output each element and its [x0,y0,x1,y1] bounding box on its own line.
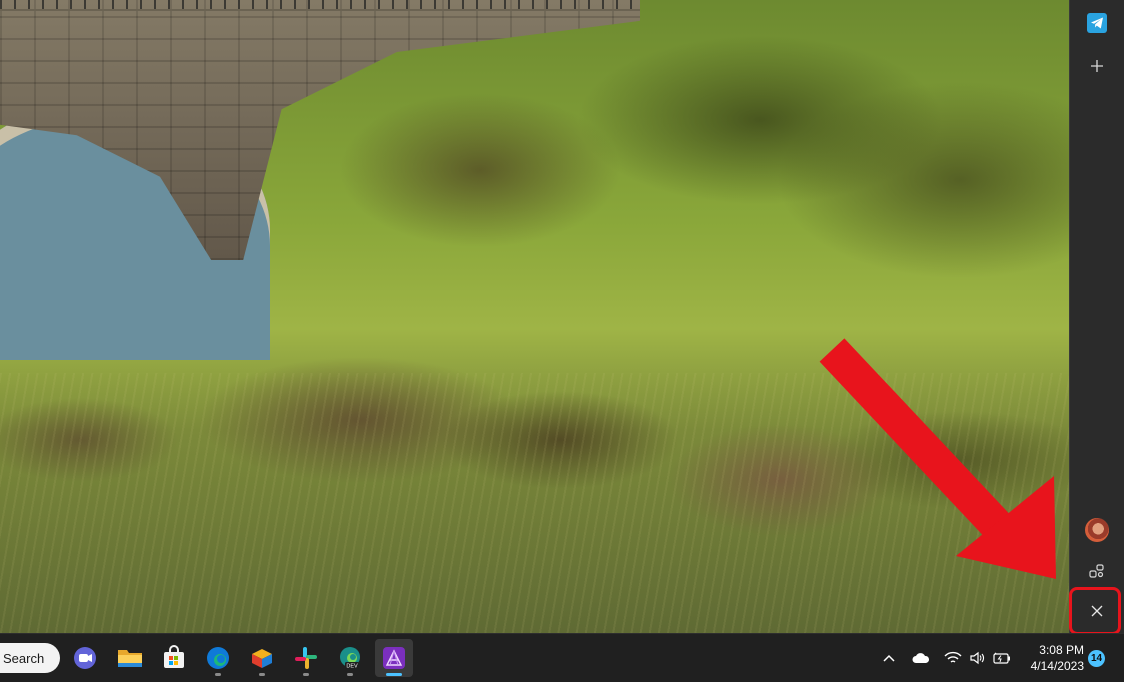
taskbar-app-file-explorer[interactable] [111,639,149,677]
close-button-highlight [1069,587,1121,635]
tray-overflow-button[interactable] [878,634,900,682]
running-indicator [259,673,265,676]
widgets-sidebar [1069,0,1124,633]
running-indicator [215,673,221,676]
wifi-icon [944,651,962,663]
manage-apps-button[interactable] [1077,553,1117,589]
profile-button[interactable] [1077,512,1117,548]
teams-icon [74,647,96,669]
active-indicator [386,673,402,676]
cube-icon [252,649,272,668]
taskbar-app-affinity[interactable] [375,639,413,677]
volume-icon [970,651,985,665]
telegram-button[interactable] [1077,5,1117,41]
arrow-shaft [819,338,1018,546]
tray-onedrive[interactable] [908,634,934,682]
slack-icon [295,647,317,669]
apps-settings-icon [1089,564,1104,578]
running-indicator [347,673,353,676]
folder-icon [118,650,142,667]
taskbar: Search DEV 3:08 PM 4/14/2023 14 [0,633,1124,682]
telegram-icon [1087,13,1107,33]
taskbar-app-microsoft-store[interactable] [155,639,193,677]
affinity-icon [383,647,405,669]
tray-battery[interactable] [990,634,1014,682]
taskbar-app-teams[interactable] [66,639,104,677]
edge-dev-tag: DEV [346,664,358,670]
edge-dev-icon: DEV [340,647,360,670]
search-box[interactable]: Search [0,643,60,673]
taskbar-app-slack[interactable] [287,639,325,677]
edge-icon [207,647,229,669]
clock-time: 3:08 PM [1039,643,1084,657]
cloud-icon [912,653,930,663]
clock-date: 4/14/2023 [1030,659,1084,673]
taskbar-app-edge[interactable] [199,639,237,677]
avatar [1085,518,1109,542]
running-indicator [303,673,309,676]
tray-volume[interactable] [966,634,988,682]
taskbar-app-unknown[interactable] [243,639,281,677]
add-app-button[interactable] [1077,48,1117,84]
chevron-up-icon [883,654,895,662]
clock[interactable]: 3:08 PM 4/14/2023 [1022,642,1084,674]
taskbar-app-edge-dev[interactable]: DEV [331,639,369,677]
plus-icon [1091,60,1103,72]
store-icon [164,645,184,668]
battery-icon [993,652,1010,664]
search-label: Search [3,650,45,666]
annotation-arrow [819,338,1056,579]
notification-badge[interactable]: 14 [1088,650,1105,667]
tray-network[interactable] [942,634,964,682]
